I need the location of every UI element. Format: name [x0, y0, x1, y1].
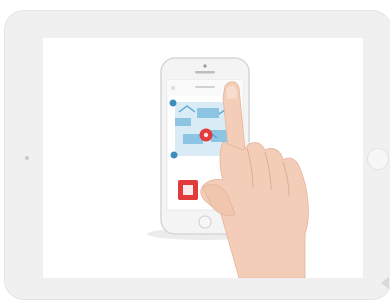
- node-top-icon: [169, 99, 177, 107]
- phone-speaker-icon: [195, 71, 215, 74]
- app-title-line: [195, 86, 215, 88]
- app-menu-icon: [171, 86, 175, 90]
- tablet-screen[interactable]: [43, 38, 363, 278]
- phone-home-button: [198, 215, 212, 229]
- tablet-frame: [4, 10, 390, 300]
- tablet-home-button[interactable]: [367, 148, 389, 170]
- phone-camera-icon: [203, 64, 207, 68]
- tablet-camera: [25, 156, 29, 160]
- node-bottom-icon: [170, 151, 178, 159]
- corner-arrow-icon: [381, 277, 389, 289]
- phone-tap-illustration: [147, 57, 309, 278]
